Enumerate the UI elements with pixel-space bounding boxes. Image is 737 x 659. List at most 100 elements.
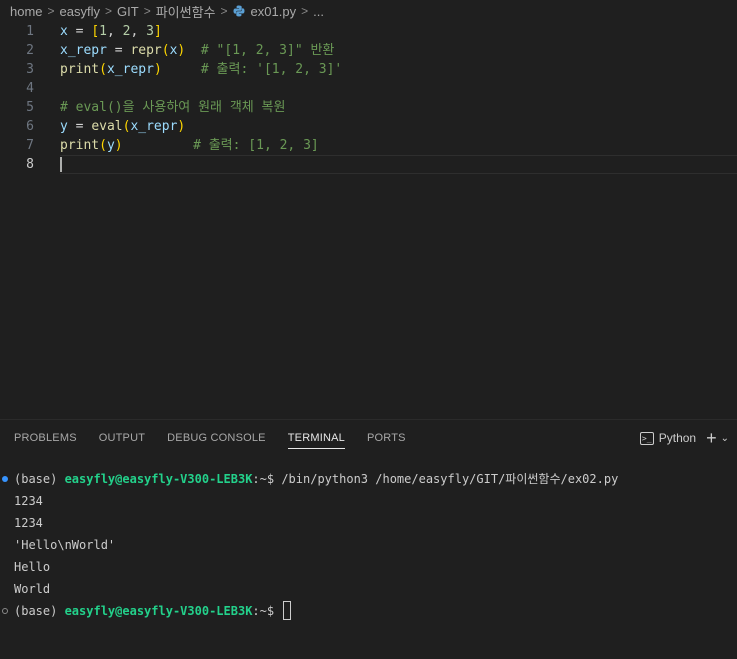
code-line[interactable]: 6 y = eval(x_repr) xyxy=(0,117,737,136)
tab-output[interactable]: OUTPUT xyxy=(99,420,145,456)
line-number: 8 xyxy=(26,157,34,172)
code-token: print xyxy=(60,138,100,153)
prompt-user: easyfly@easyfly-V300-LEB3K xyxy=(64,472,253,486)
code-token: ) xyxy=(177,119,186,134)
code-token: , xyxy=(106,24,123,39)
breadcrumb-item[interactable]: 파이썬함수 xyxy=(156,2,216,21)
terminal-prompt-line: (base) easyfly@easyfly-V300-LEB3K:~$ xyxy=(0,600,737,622)
code-token: ) xyxy=(153,62,162,77)
tab-debug-console[interactable]: DEBUG CONSOLE xyxy=(167,420,266,456)
code-token: = xyxy=(67,119,92,134)
chevron-down-icon[interactable]: ⌄ xyxy=(721,433,729,444)
terminal-command: /bin/python3 /home/easyfly/GIT/파이썬함수/ex0… xyxy=(281,472,619,486)
bottom-panel: PROBLEMS OUTPUT DEBUG CONSOLE TERMINAL PORTS… xyxy=(0,419,737,659)
breadcrumb-separator: > xyxy=(47,4,55,18)
breadcrumb-label: GIT xyxy=(117,3,139,19)
terminal-output-line: 'Hello\nWorld' xyxy=(14,538,116,552)
code-token: x_repr xyxy=(106,62,154,77)
breadcrumb-label: ... xyxy=(313,3,324,19)
code-token: ] xyxy=(153,24,162,39)
code-token: ( xyxy=(99,62,107,77)
code-line[interactable]: 4 xyxy=(0,79,737,98)
code-token: 1 xyxy=(99,24,107,39)
breadcrumb-item[interactable]: ex01.py xyxy=(233,3,297,19)
code-token: y xyxy=(60,119,68,134)
terminal-output[interactable]: (base) easyfly@easyfly-V300-LEB3K:~$ /bi… xyxy=(0,468,737,622)
code-token: # eval()을 사용하여 원래 객체 복원 xyxy=(60,100,286,115)
breadcrumb: home > easyfly > GIT > 파이썬함수 > ex01.py >... xyxy=(0,0,737,22)
line-number: 3 xyxy=(26,62,34,77)
prompt-env: (base) xyxy=(14,472,65,486)
breadcrumb-label: easyfly xyxy=(59,3,101,19)
terminal-output-line: 1234 xyxy=(14,494,43,508)
breadcrumb-separator: > xyxy=(143,4,151,18)
code-token: = xyxy=(106,43,131,58)
tab-ports[interactable]: PORTS xyxy=(367,420,406,456)
terminal-cursor xyxy=(283,601,292,620)
terminal-output-line: 1234 xyxy=(14,516,43,530)
code-token: ( xyxy=(161,43,170,58)
command-success-dot[interactable] xyxy=(2,476,8,482)
line-number: 7 xyxy=(26,138,34,153)
code-token: x_repr xyxy=(130,119,178,134)
code-line[interactable]: 8 xyxy=(0,155,737,174)
panel-actions: >_ Python + ⌄ xyxy=(639,420,729,456)
code-text: print(x_repr) # 출력: '[1, 2, 3]' xyxy=(60,60,342,79)
terminal-prompt-line: (base) easyfly@easyfly-V300-LEB3K:~$ /bi… xyxy=(0,468,737,490)
breadcrumb-separator: > xyxy=(301,4,309,18)
panel-tabs: PROBLEMS OUTPUT DEBUG CONSOLE TERMINAL PORTS xyxy=(0,420,428,456)
command-pending-dot[interactable] xyxy=(2,608,8,614)
breadcrumb-item[interactable]: GIT xyxy=(117,4,139,19)
code-line[interactable]: 1x = [1, 2, 3] xyxy=(0,22,737,41)
code-text: # eval()을 사용하여 원래 객체 복원 xyxy=(60,98,285,117)
terminal-icon: >_ xyxy=(639,431,654,445)
code-editor[interactable]: 1x = [1, 2, 3] 2 x_repr = repr(x) # "[1, 2… xyxy=(0,22,737,419)
code-token: x_repr xyxy=(60,43,107,58)
code-token: x xyxy=(60,24,68,39)
code-line[interactable]: 3 print(x_repr) # 출력: '[1, 2, 3]' xyxy=(0,60,737,79)
code-token: y xyxy=(106,138,115,153)
code-token: # "[1, 2, 3]" 반환 xyxy=(185,43,335,58)
line-number: 2 xyxy=(26,43,34,58)
line-number: 6 xyxy=(26,119,34,134)
code-token: [ xyxy=(91,24,100,39)
code-line[interactable]: 5 # eval()을 사용하여 원래 객체 복원 xyxy=(0,98,737,117)
prompt-user: easyfly@easyfly-V300-LEB3K xyxy=(64,604,253,618)
code-token: , xyxy=(130,24,147,39)
code-token: # 출력: [1, 2, 3] xyxy=(122,138,319,153)
terminal-profile-button[interactable]: >_ Python xyxy=(639,431,697,445)
breadcrumb-separator: > xyxy=(220,4,228,18)
breadcrumb-item[interactable]: ... xyxy=(313,4,324,19)
tab-problems[interactable]: PROBLEMS xyxy=(14,420,77,456)
breadcrumb-separator: > xyxy=(105,4,113,18)
prompt-suffix: :~$ xyxy=(252,472,282,486)
code-token: ( xyxy=(99,138,107,153)
tab-terminal[interactable]: TERMINAL xyxy=(287,420,346,456)
plus-icon[interactable]: + xyxy=(706,429,717,447)
terminal-output-line: Hello xyxy=(14,560,51,574)
prompt-suffix: :~$ xyxy=(252,604,282,618)
prompt-env: (base) xyxy=(14,604,65,618)
code-token: 3 xyxy=(146,24,154,39)
python-file-icon xyxy=(233,5,245,16)
code-token: # 출력: '[1, 2, 3]' xyxy=(161,62,343,77)
code-token: repr xyxy=(130,43,162,58)
terminal-output-line: World xyxy=(14,582,51,596)
code-line[interactable]: 7 print(y) # 출력: [1, 2, 3] xyxy=(0,136,737,155)
code-text: x_repr = repr(x) # "[1, 2, 3]" 반환 xyxy=(60,41,334,60)
breadcrumb-label: ex01.py xyxy=(250,3,297,19)
breadcrumb-label: home xyxy=(10,3,43,19)
code-token: = xyxy=(67,24,92,39)
code-text: print(y) # 출력: [1, 2, 3] xyxy=(60,136,319,155)
breadcrumb-item[interactable]: easyfly xyxy=(60,4,100,19)
code-token: ) xyxy=(114,138,123,153)
text-cursor xyxy=(60,157,62,172)
code-line[interactable]: 2 x_repr = repr(x) # "[1, 2, 3]" 반환 xyxy=(0,41,737,60)
code-text: x = [1, 2, 3] xyxy=(60,22,162,41)
line-number: 1 xyxy=(26,24,34,39)
terminal-profile-label: Python xyxy=(658,431,697,445)
line-number: 5 xyxy=(26,100,34,115)
line-number: 4 xyxy=(26,81,34,96)
breadcrumb-item[interactable]: home xyxy=(10,4,43,19)
breadcrumb-label: 파이썬함수 xyxy=(155,4,216,20)
